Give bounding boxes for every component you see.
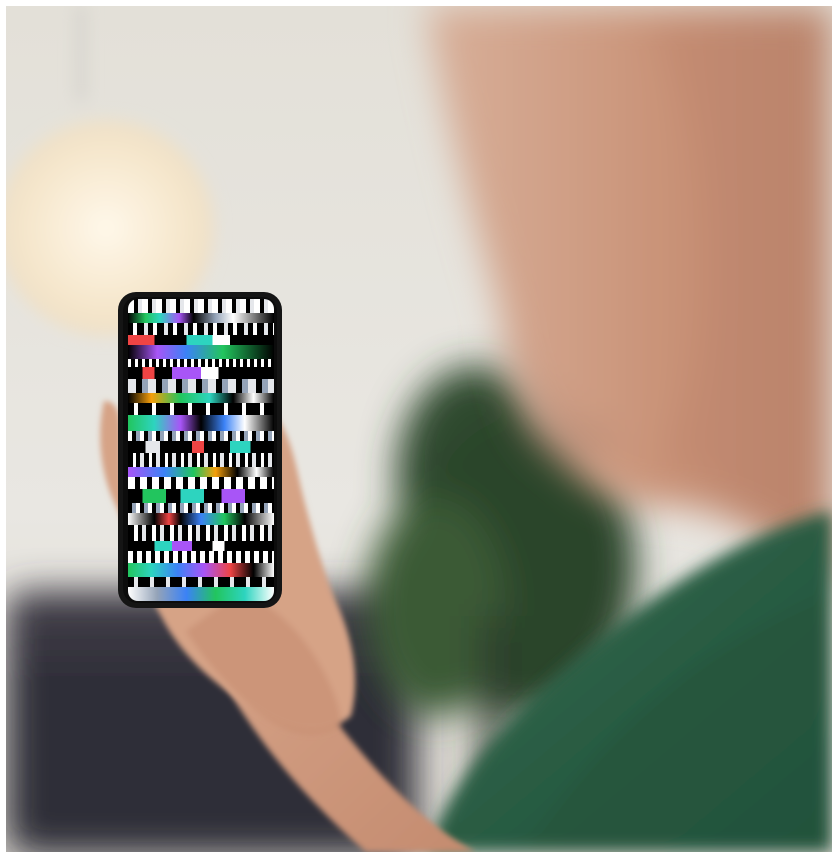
glitch-band [128, 335, 274, 345]
glitch-band [128, 477, 274, 489]
glitch-band [128, 453, 274, 467]
glitch-band [128, 489, 274, 503]
glitch-band [128, 577, 274, 587]
glitch-band [128, 393, 274, 403]
glitch-band [128, 541, 274, 551]
glitch-band [128, 441, 274, 453]
glitch-band [128, 367, 274, 379]
glitch-band [128, 563, 274, 577]
glitch-band [128, 359, 274, 367]
glitch-band [128, 403, 274, 415]
glitch-band [128, 415, 274, 431]
glitch-band [128, 551, 274, 563]
glitch-band [128, 431, 274, 441]
glitch-band [128, 313, 274, 323]
photo [6, 6, 832, 852]
glitch-band [128, 299, 274, 313]
glitch-band [128, 587, 274, 601]
glitch-band [128, 503, 274, 513]
glitch-band [128, 345, 274, 359]
glitch-band [128, 513, 274, 525]
glitch-band [128, 525, 274, 541]
glitched-phone-screen [128, 299, 274, 601]
glitch-band [128, 323, 274, 335]
glitch-band [128, 379, 274, 393]
glitch-band [128, 467, 274, 477]
